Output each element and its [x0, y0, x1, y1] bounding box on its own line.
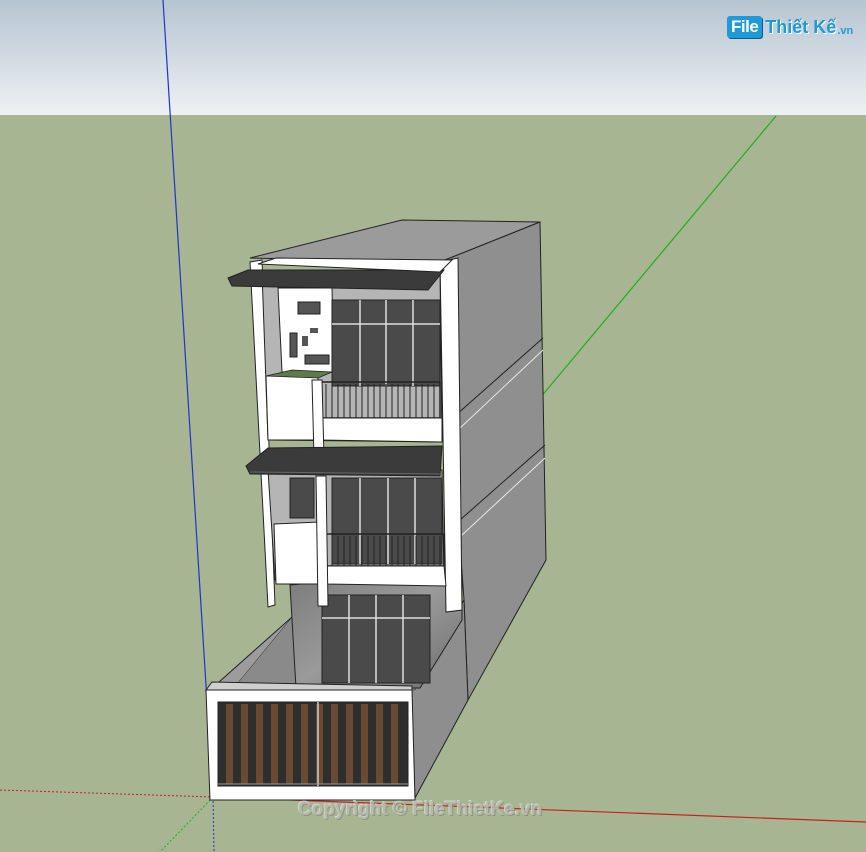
3d-scene[interactable] — [0, 0, 866, 852]
middle-planter-box — [273, 521, 323, 585]
sketchup-viewport[interactable]: File Thiết Kế .vn Copyright © FileThietK… — [0, 0, 866, 852]
middle-balcony-slab — [323, 565, 447, 587]
middle-glass-door — [331, 477, 443, 565]
logo-tld-text: .vn — [837, 25, 854, 37]
upper-balcony-slab — [317, 417, 443, 443]
middle-balcony-post — [315, 475, 329, 607]
logo-name-text: Thiết Kế — [765, 16, 837, 37]
upper-balcony-post — [311, 379, 325, 459]
logo-file-badge: File — [727, 16, 763, 38]
upper-planter-box — [265, 375, 319, 441]
top-canopy — [227, 269, 446, 291]
copyright-watermark: Copyright © FileThietKe.vn — [298, 799, 543, 820]
middle-canopy — [245, 445, 443, 477]
filethietke-logo: File Thiết Kế .vn — [727, 12, 853, 42]
